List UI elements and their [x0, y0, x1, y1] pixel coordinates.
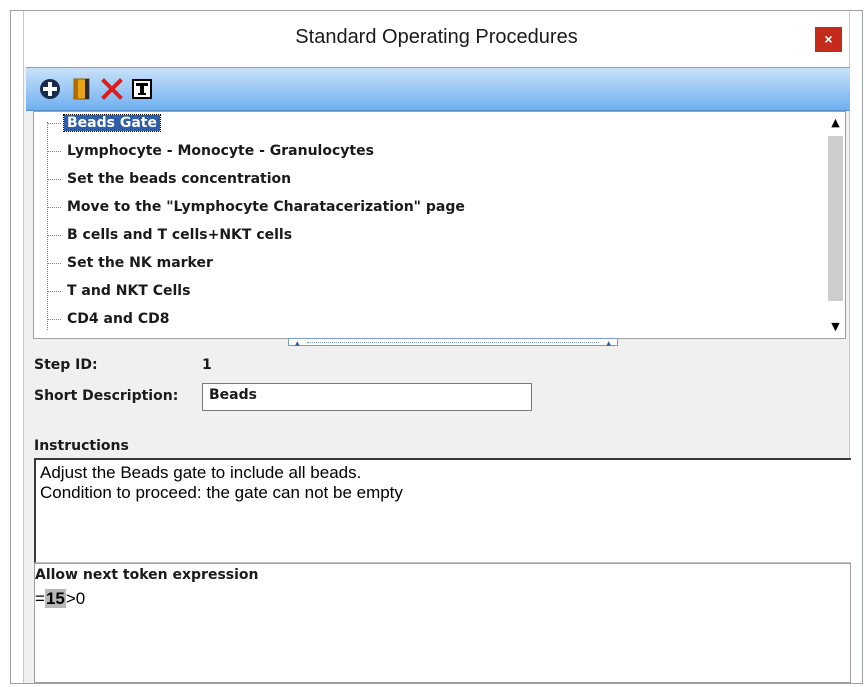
sop-window: Standard Operating Procedures × Beads Ga…: [10, 10, 863, 684]
tree-branch: [48, 263, 61, 264]
tree-item[interactable]: Lymphocyte - Monocyte - Granulocytes: [64, 140, 377, 162]
tree-branch: [48, 235, 61, 236]
tree-branch: [48, 207, 61, 208]
tree-connector: [47, 122, 48, 330]
tree-item-label: Move to the "Lymphocyte Charatacerizatio…: [67, 199, 465, 215]
tree-branch: [48, 123, 61, 124]
tree-item[interactable]: Move to the "Lymphocyte Charatacerizatio…: [64, 196, 468, 218]
text-icon[interactable]: [130, 77, 154, 101]
tree-item[interactable]: Set the NK marker: [64, 252, 216, 274]
step-id-value: 1: [202, 357, 212, 373]
tree-branch: [48, 151, 61, 152]
short-description-input[interactable]: Beads: [202, 383, 532, 411]
token-expression-value[interactable]: =15>0: [35, 589, 85, 609]
instructions-label: Instructions: [34, 438, 129, 454]
scroll-thumb[interactable]: [828, 136, 843, 301]
delete-icon[interactable]: [100, 77, 124, 101]
tree-item[interactable]: Set the beads concentration: [64, 168, 294, 190]
tree-item[interactable]: T and NKT Cells: [64, 280, 193, 302]
step-tree[interactable]: Beads Gate Lymphocyte - Monocyte - Granu…: [33, 111, 846, 339]
tree-item-label: Beads Gate: [63, 114, 161, 132]
add-icon[interactable]: [38, 77, 62, 101]
pane-splitter[interactable]: ▲ ▲: [288, 338, 618, 347]
step-id-label: Step ID:: [34, 357, 98, 373]
tree-item[interactable]: B cells and T cells+NKT cells: [64, 224, 295, 246]
tree-branch: [48, 291, 61, 292]
tree-item-label: Lymphocyte - Monocyte - Granulocytes: [67, 143, 374, 159]
short-description-label: Short Description:: [34, 388, 179, 404]
tree-item-label: Set the beads concentration: [67, 171, 292, 187]
scroll-up-icon[interactable]: ▲: [826, 114, 845, 132]
tree-branch: [48, 319, 61, 320]
tree-item[interactable]: Beads Gate: [63, 112, 161, 134]
window-body: Standard Operating Procedures × Beads Ga…: [23, 11, 851, 683]
tree-item[interactable]: CD4 and CD8: [64, 308, 172, 330]
title-bar: Standard Operating Procedures ×: [24, 11, 849, 67]
token-prefix: =: [35, 589, 45, 608]
scroll-down-icon[interactable]: ▼: [826, 318, 845, 336]
tree-item-label: T and NKT Cells: [67, 283, 191, 299]
tree-item-label: Set the NK marker: [67, 255, 213, 271]
splitter-grip: [307, 342, 599, 343]
bookmark-icon[interactable]: [70, 77, 94, 101]
splitter-up-icon: ▲: [606, 340, 611, 347]
splitter-up-icon: ▲: [295, 340, 300, 347]
token-expression-box[interactable]: Allow next token expression =15>0: [34, 563, 851, 683]
tree-scrollbar[interactable]: ▲ ▼: [826, 112, 845, 338]
toolbar: [26, 67, 850, 111]
tree-item-label: B cells and T cells+NKT cells: [67, 227, 293, 243]
tree-item-label: CD4 and CD8: [67, 311, 170, 327]
instructions-textarea[interactable]: Adjust the Beads gate to include all bea…: [34, 458, 851, 563]
close-button[interactable]: ×: [815, 27, 842, 52]
window-title: Standard Operating Procedures: [295, 26, 578, 48]
token-expression-label: Allow next token expression: [35, 567, 259, 583]
token-suffix: >0: [65, 589, 86, 608]
token-highlight: 15: [44, 589, 66, 608]
tree-branch: [48, 179, 61, 180]
